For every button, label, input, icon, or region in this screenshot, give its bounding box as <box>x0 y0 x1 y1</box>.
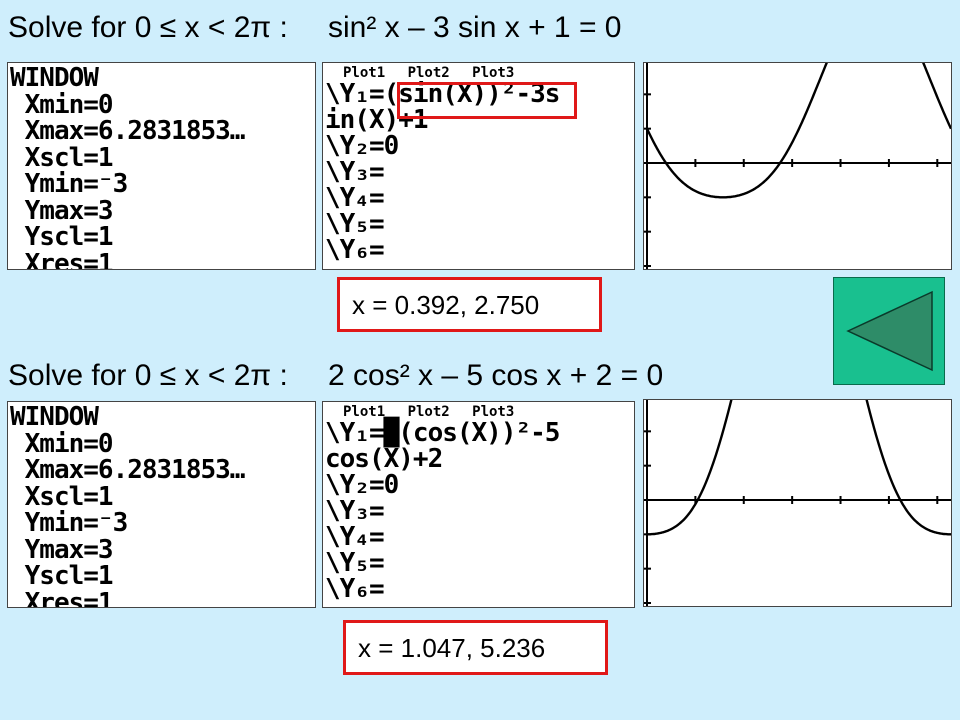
problem1-window-line: Ymax=3 <box>10 195 114 226</box>
problem1-y-line: \Y₆= <box>325 235 385 265</box>
problem1-window-line: Ymin=⁻3 <box>10 169 129 199</box>
problem1-y-line: \Y₂=0 <box>325 131 399 161</box>
problem2-graph <box>644 400 951 606</box>
problem2-ticks <box>644 430 939 604</box>
problem2-curve <box>647 400 951 536</box>
problem2-graph-screen <box>643 399 952 607</box>
problem1-curve <box>645 63 951 199</box>
problem1-graph-screen <box>643 62 952 270</box>
problem1-window-line: Xscl=1 <box>10 142 114 173</box>
back-triangle-icon <box>846 290 933 372</box>
problem2-window-line: WINDOW <box>10 402 99 432</box>
problem2-window-line: Xmin=0 <box>10 428 114 459</box>
problem2-y-line: \Y₄= <box>325 522 385 552</box>
problem1-window-screen: WINDOW Xmin=0 Xmax=6.2831853… Xscl=1 Ymi… <box>7 62 316 270</box>
problem2-prefix: Solve for 0 ≤ x < 2π : <box>8 359 288 392</box>
problem1-ticks <box>644 93 939 267</box>
problem1-y-line: \Y₃= <box>325 157 385 187</box>
problem1-window-line: Xmin=0 <box>10 89 114 120</box>
problem2-window-screen: WINDOW Xmin=0 Xmax=6.2831853… Xscl=1 Ymi… <box>7 401 316 608</box>
problem1-equation: sin² x – 3 sin x + 1 = 0 <box>328 11 622 44</box>
problem1-window-line: Yscl=1 <box>10 222 114 252</box>
problem2-y-line: \Y₆= <box>325 574 385 604</box>
problem1-window-settings: WINDOW Xmin=0 Xmax=6.2831853… Xscl=1 Ymi… <box>8 63 315 270</box>
problem1-window-line: Xmax=6.2831853… <box>10 116 246 146</box>
problem2-equation: 2 cos² x – 5 cos x + 2 = 0 <box>328 359 664 392</box>
problem2-y-line: \Y₁=█(cos(X))²-5 <box>325 418 560 448</box>
problem2-window-settings: WINDOW Xmin=0 Xmax=6.2831853… Xscl=1 Ymi… <box>8 402 315 608</box>
problem2-y-line: \Y₅= <box>325 548 385 578</box>
problem1-y-line: \Y₄= <box>325 183 385 213</box>
problem2-y-line: \Y₂=0 <box>325 470 399 500</box>
problem2-y-line: cos(X)+2 <box>325 444 443 474</box>
problem1-answer: x = 0.392, 2.750 <box>337 277 602 332</box>
problem2-answer: x = 1.047, 5.236 <box>343 620 608 675</box>
problem2-window-line: Xmax=6.2831853… <box>10 455 246 485</box>
problem2-heading: Solve for 0 ≤ x < 2π : 2 cos² x – 5 cos … <box>8 354 688 398</box>
problem1-highlight-box <box>397 82 577 119</box>
problem1-window-line: WINDOW <box>10 63 99 93</box>
problem1-prefix: Solve for 0 ≤ x < 2π : <box>8 11 288 44</box>
problem2-window-line: Yscl=1 <box>10 561 114 591</box>
back-button[interactable] <box>833 277 945 385</box>
problem1-graph <box>644 63 951 269</box>
problem2-y-line: \Y₃= <box>325 496 385 526</box>
problem1-heading: Solve for 0 ≤ x < 2π : sin² x – 3 sin x … <box>8 6 648 50</box>
problem2-window-line: Xscl=1 <box>10 481 114 512</box>
problem2-y-editor-screen: Plot1 Plot2 Plot3 \Y₁=█(cos(X))²-5 cos(X)… <box>322 401 635 608</box>
problem2-y-equations: \Y₁=█(cos(X))²-5 cos(X)+2 \Y₂=0 \Y₃= \Y₄= \Y₅… <box>323 420 634 602</box>
problem1-window-line: Xres=1 <box>10 248 114 270</box>
problem2-window-line: Xres=1 <box>10 587 114 608</box>
problem2-window-line: Ymin=⁻3 <box>10 508 129 538</box>
problem1-y-line: \Y₅= <box>325 209 385 239</box>
problem2-window-line: Ymax=3 <box>10 534 114 565</box>
